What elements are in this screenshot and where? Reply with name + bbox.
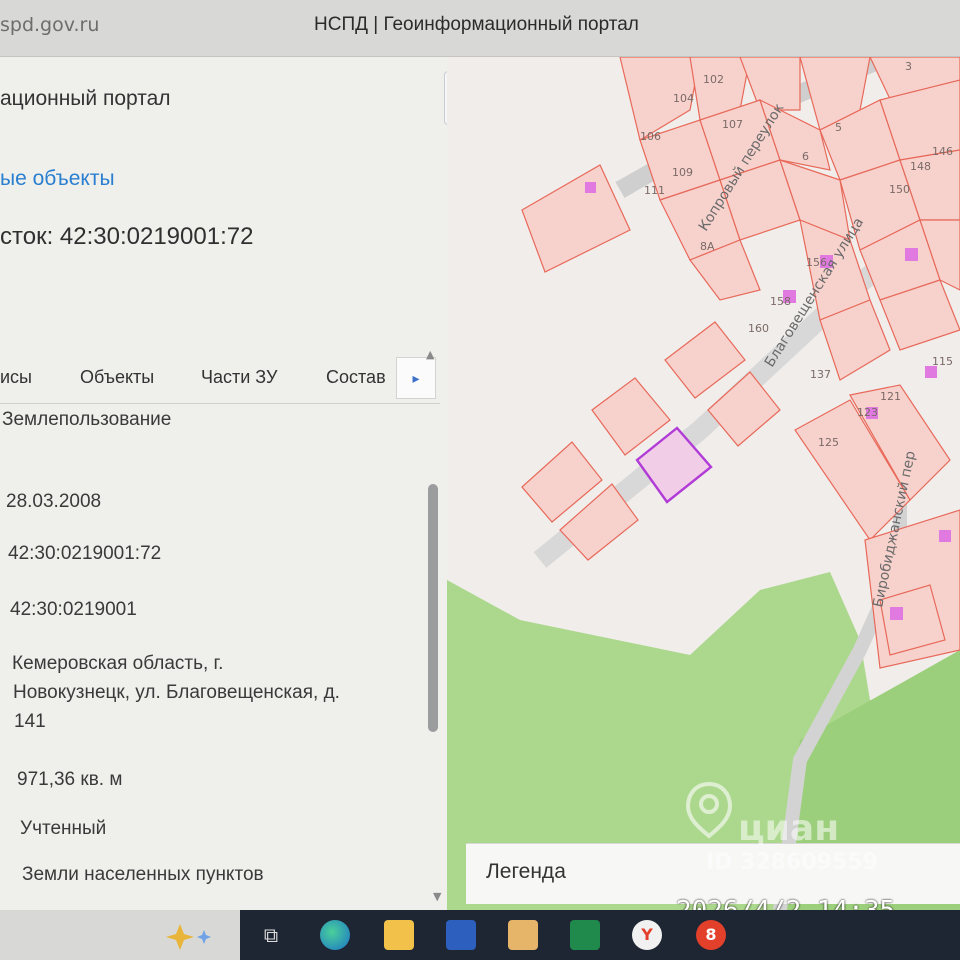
badge-app-icon[interactable]: 8 <box>696 920 726 950</box>
yandex-browser-icon[interactable]: Y <box>632 920 662 950</box>
word-icon[interactable] <box>446 920 476 950</box>
tab-parts[interactable]: Части ЗУ <box>201 367 277 388</box>
parcel-number: 148 <box>910 160 931 173</box>
parcel-number: 109 <box>672 166 693 179</box>
file-explorer-icon[interactable] <box>384 920 414 950</box>
parcels-upper <box>521 57 960 381</box>
parcel-title: сток: 42:30:0219001:72 <box>0 223 254 250</box>
date-value: 28.03.2008 <box>6 491 102 512</box>
usage-value: Землепользование <box>2 409 172 430</box>
parcel-number: 121 <box>880 390 901 403</box>
quarter-value: 42:30:0219001 <box>10 599 137 620</box>
task-view-icon[interactable]: ⧉ <box>256 920 286 950</box>
sparkle-icon <box>166 924 211 950</box>
panel-tabs: исы Объекты Части ЗУ Состав ▸ <box>0 357 440 404</box>
parcel-number: 3 <box>905 60 912 73</box>
watermark-id: ID 328609559 <box>706 850 878 875</box>
tab-characteristics[interactable]: исы <box>0 367 32 388</box>
tabs-scroll-right-button[interactable]: ▸ <box>396 357 436 399</box>
parcel-number: 5 <box>835 121 842 134</box>
parcel-number: 102 <box>703 73 724 86</box>
taskbar: ⧉ Y 8 <box>240 910 960 960</box>
parcel-number: 115 <box>932 355 953 368</box>
address-line-3: 141 <box>14 711 46 732</box>
taskbar-left-area <box>0 910 240 960</box>
portal-title: ационный портал <box>0 87 171 110</box>
browser-toolbar: spd.gov.ru НСПД | Геоинформационный порт… <box>0 0 960 57</box>
parcel-number: 104 <box>673 92 694 105</box>
details-scrollbar[interactable] <box>428 484 438 732</box>
legend-label: Легенда <box>486 860 566 883</box>
parcel-details: Землепользование 28.03.2008 42:30:021900… <box>0 403 428 915</box>
status-value: Учтенный <box>20 818 107 839</box>
parcel-number: 160 <box>748 322 769 335</box>
excel-icon[interactable] <box>570 920 600 950</box>
address-bar[interactable]: spd.gov.ru <box>0 14 99 36</box>
scroll-down-arrow-icon[interactable]: ▼ <box>433 890 441 903</box>
tab-objects[interactable]: Объекты <box>80 367 154 388</box>
parcel-number: 111 <box>644 184 665 197</box>
cian-logo-icon <box>685 781 733 839</box>
cadastral-number-value: 42:30:0219001:72 <box>8 543 162 564</box>
parcel-number: 6 <box>802 150 809 163</box>
mail-icon[interactable] <box>508 920 538 950</box>
parcel-number: 150 <box>889 183 910 196</box>
area-value: 971,36 кв. м <box>17 769 123 790</box>
parcel-number: 158 <box>770 295 791 308</box>
scroll-up-arrow-icon[interactable]: ▲ <box>426 348 434 361</box>
category-value: Земли населенных пунктов <box>22 864 264 885</box>
address-line-2: Новокузнецк, ул. Благовещенская, д. <box>13 682 340 703</box>
parcel-number: 123 <box>857 406 878 419</box>
info-panel: ационный портал ые объекты сток: 42:30:0… <box>0 57 447 910</box>
edge-icon[interactable] <box>320 920 350 950</box>
parcel-number: 107 <box>722 118 743 131</box>
parcel-number: 146 <box>932 145 953 158</box>
watermark-text: циан <box>738 808 840 849</box>
tab-composition[interactable]: Состав <box>326 367 386 388</box>
parcel-number: 137 <box>810 368 831 381</box>
page-tab-title: НСПД | Геоинформационный портал <box>314 14 639 35</box>
parcel-number: 106 <box>640 130 661 143</box>
parcel-number: 8А <box>700 240 715 253</box>
address-line-1: Кемеровская область, г. <box>12 653 224 674</box>
objects-link[interactable]: ые объекты <box>0 167 115 191</box>
parcel-number: 125 <box>818 436 839 449</box>
